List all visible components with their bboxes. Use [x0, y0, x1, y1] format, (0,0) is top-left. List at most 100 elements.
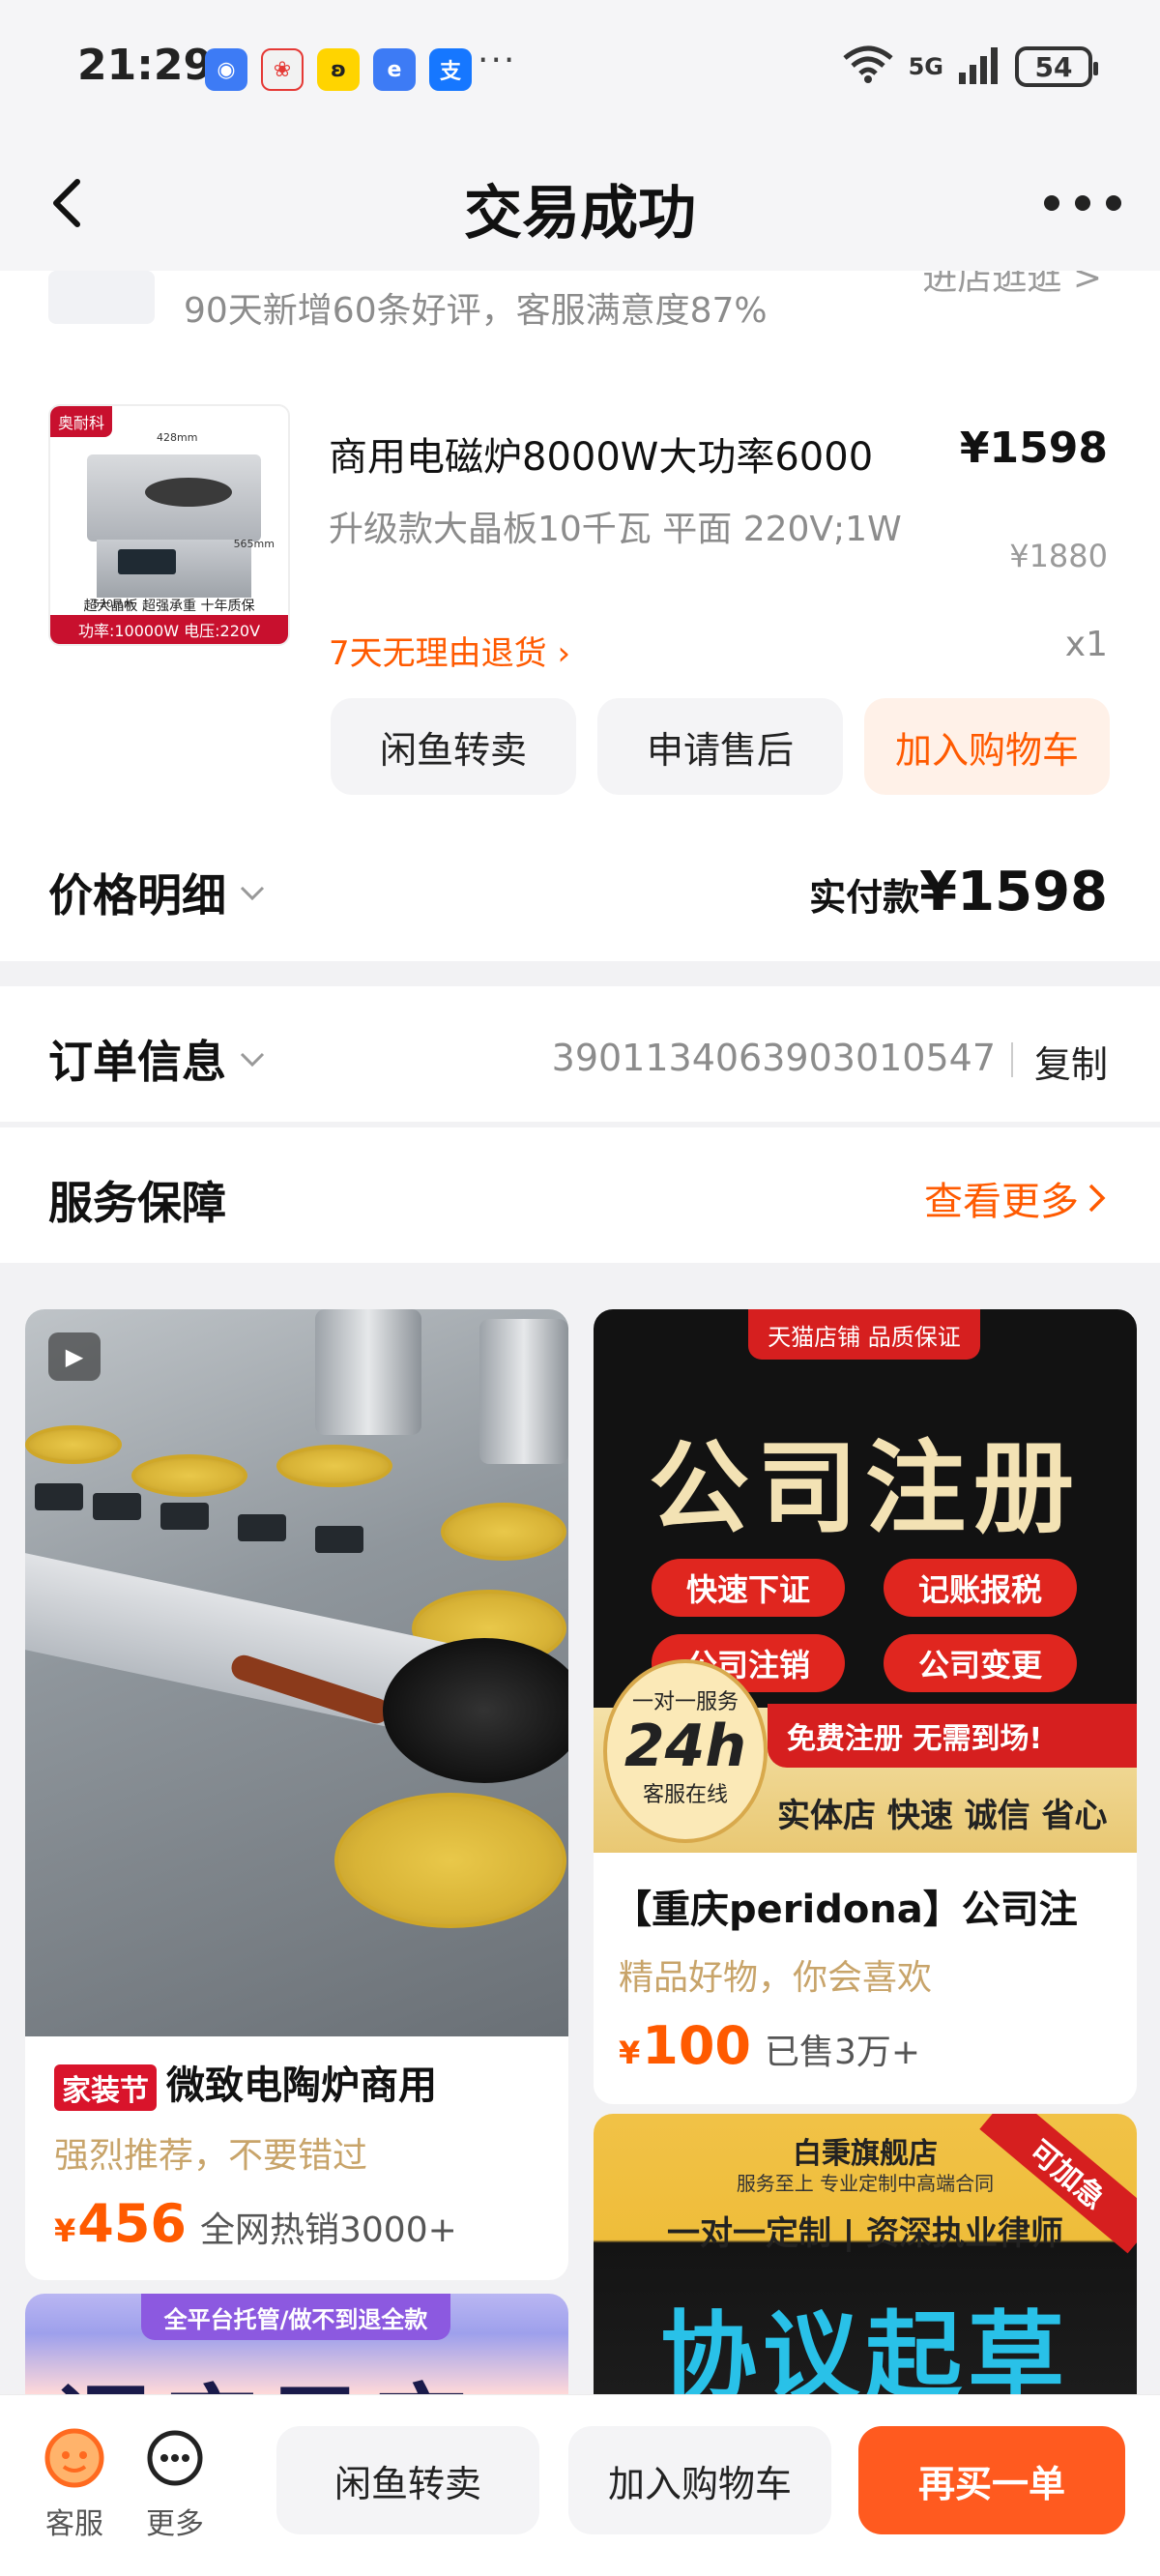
price-symbol: ¥ [54, 2212, 76, 2249]
recommendation-price: 456 [77, 2193, 187, 2254]
network-type: 5G [908, 53, 943, 80]
poster-pill: 记账报税 [884, 1559, 1077, 1617]
chevron-right-icon: › [557, 634, 571, 673]
paid-label: 实付款 [809, 876, 920, 919]
bottom-action-bar: 客服 更多 闲鱼转卖 加入购物车 再买一单 [0, 2394, 1160, 2576]
more-label: 更多 [146, 2507, 204, 2541]
cellular-signal-icon [957, 45, 1001, 88]
order-number: 3901134063903010547 [551, 1037, 996, 1079]
poster-band-red: 免费注册 无需到场! [768, 1704, 1137, 1768]
recommendation-card[interactable]: 可加急 白秉旗舰店 服务至上 专业定制中高端合同 一对一定制 | 资深执业律师 … [594, 2114, 1137, 2394]
add-to-cart-button[interactable]: 加入购物车 [568, 2426, 831, 2534]
recommendation-subtitle: 精品好物，你会喜欢 [619, 1958, 933, 1998]
order-product-card: 奥耐科 428mm 565mm 520mm 超大晶板 超强承重 十年质保 功率:… [0, 366, 1160, 820]
shop-review-summary: 90天新增60条好评，客服满意度87% [184, 291, 768, 331]
poster-title: 协议起草 [660, 2300, 1070, 2394]
product-brand-tag: 奥耐科 [50, 406, 113, 437]
product-price: ¥1598 [959, 424, 1108, 473]
poster-circle-top: 一对一服务 [631, 1690, 739, 1714]
price-detail-row[interactable]: 价格明细 实付款 ¥1598 [0, 820, 1160, 961]
product-original-price: ¥1880 [1009, 538, 1108, 574]
service-guarantee-row: 服务保障 查看更多 [0, 1127, 1160, 1263]
poster-title: 公司注册 [648, 1429, 1082, 1547]
after-sales-button[interactable]: 申请售后 [597, 698, 843, 795]
return-policy-link[interactable]: 7天无理由退货 › [329, 627, 570, 674]
wifi-icon [841, 44, 895, 89]
recommendation-title: 微致电陶炉商用 [166, 2064, 437, 2108]
poster-banner: 全平台托管/做不到退全款 [141, 2294, 450, 2340]
app-notification-icon: ◉ [205, 48, 247, 91]
recommendation-sales: 全网热销3000+ [200, 2210, 457, 2250]
customer-service-icon [41, 2424, 108, 2492]
product-image-specs: 超大晶板 超强承重 十年质保 [83, 599, 255, 614]
nav-bar: 交易成功 [0, 135, 1160, 271]
poster-pill: 公司变更 [884, 1634, 1077, 1692]
product-dimension: 428mm [157, 431, 198, 444]
visit-shop-link[interactable]: 进店逛逛 > [922, 271, 1102, 300]
status-bar: 21:29 ◉ ❀ ʚ e 支 ··· 5G 54 [0, 0, 1160, 135]
copy-order-number-button[interactable]: 复制 [1034, 1035, 1108, 1088]
alipay-icon: 支 [429, 48, 472, 91]
more-icon [141, 2424, 209, 2492]
see-more-link[interactable]: 查看更多 [924, 1170, 1108, 1226]
poster-circle-big: 24h [624, 1712, 747, 1780]
recommendation-card[interactable]: 天猫店铺 品质保证 公司注册 快速下证 记账报税 公司注销 公司变更 免费注册 … [594, 1309, 1137, 2104]
product-dimension: 565mm [233, 538, 275, 550]
poster-pill: 快速下证 [652, 1559, 845, 1617]
buy-again-button[interactable]: 再买一单 [858, 2426, 1125, 2534]
chevron-down-icon [240, 1052, 265, 1068]
page-title: 交易成功 [464, 180, 696, 248]
more-notifications-icon: ··· [478, 41, 517, 80]
status-indicators: 5G 54 [841, 44, 1098, 89]
paid-amount: ¥1598 [919, 861, 1108, 923]
poster-subtitle: 服务至上 专业定制中高端合同 [736, 2172, 995, 2195]
app-notification-icon: ʚ [317, 48, 360, 91]
product-variant: 升级款大晶板10千瓦 平面 220V;1W [329, 510, 902, 549]
festival-tag: 家装节 [54, 2064, 157, 2111]
status-time: 21:29 [77, 41, 214, 90]
recommendation-card[interactable]: 全平台托管/做不到退全款 评店目宝 [25, 2294, 568, 2394]
add-to-cart-button[interactable]: 加入购物车 [864, 698, 1110, 795]
more-options-button[interactable] [1044, 184, 1121, 222]
product-title[interactable]: 商用电磁炉8000W大功率6000 [329, 425, 947, 482]
order-info-row[interactable]: 订单信息 3901134063903010547 复制 [0, 986, 1160, 1122]
customer-service-label: 客服 [45, 2507, 103, 2541]
battery-icon: 54 [1015, 46, 1098, 87]
resell-button[interactable]: 闲鱼转卖 [276, 2426, 539, 2534]
recommendation-card[interactable]: ▶ 家装节 微致电陶炉商用 强烈推荐，不要错过 ¥ 456 全网热销3000+ [25, 1309, 568, 2280]
chevron-down-icon [240, 886, 265, 901]
play-video-icon: ▶ [48, 1332, 101, 1381]
order-info-label: 订单信息 [48, 1036, 226, 1088]
battery-level: 54 [1034, 50, 1073, 83]
recommendation-image: 可加急 白秉旗舰店 服务至上 专业定制中高端合同 一对一定制 | 资深执业律师 … [594, 2114, 1137, 2394]
app-notification-icon: e [373, 48, 416, 91]
recommendation-price: 100 [642, 2015, 751, 2076]
poster-circle-bottom: 客服在线 [642, 1783, 728, 1807]
recommendation-sales: 已售3万+ [765, 2033, 921, 2072]
shop-summary: 90天新增60条好评，客服满意度87% 进店逛逛 > [0, 271, 1160, 367]
product-image[interactable]: 奥耐科 428mm 565mm 520mm 超大晶板 超强承重 十年质保 功率:… [48, 404, 290, 646]
divider [1011, 1042, 1013, 1077]
product-image-footer: 功率:10000W 电压:220V [50, 615, 288, 644]
recommendation-subtitle: 强烈推荐，不要错过 [54, 2136, 368, 2176]
recommendation-image: ▶ [25, 1309, 568, 2036]
product-quantity: x1 [1064, 625, 1108, 664]
recommendation-image: 全平台托管/做不到退全款 评店目宝 [25, 2294, 568, 2394]
price-detail-label: 价格明细 [48, 869, 226, 922]
poster-band-text: 实体店 快速 诚信 省心 [777, 1797, 1108, 1835]
recommendation-image: 天猫店铺 品质保证 公司注册 快速下证 记账报税 公司注销 公司变更 免费注册 … [594, 1309, 1137, 1853]
customer-service-button[interactable]: 客服 [31, 2424, 118, 2542]
service-label: 服务保障 [48, 1177, 226, 1229]
poster-store-name: 白秉旗舰店 [793, 2137, 938, 2171]
recommendation-title: 【重庆peridona】公司注 [613, 1888, 1078, 1932]
more-button[interactable]: 更多 [131, 2424, 218, 2542]
app-notification-icon: ❀ [261, 48, 304, 91]
poster-banner: 天猫店铺 品质保证 [748, 1309, 980, 1360]
resell-button[interactable]: 闲鱼转卖 [331, 698, 576, 795]
poster-band: 一对一定制 | 资深执业律师 [666, 2214, 1064, 2253]
status-app-icons: ◉ ❀ ʚ e 支 [205, 48, 472, 91]
price-symbol: ¥ [619, 2034, 641, 2071]
poster-title: 评店目宝 [54, 2352, 479, 2394]
shop-logo [48, 271, 155, 324]
chevron-right-icon [1088, 1184, 1106, 1213]
